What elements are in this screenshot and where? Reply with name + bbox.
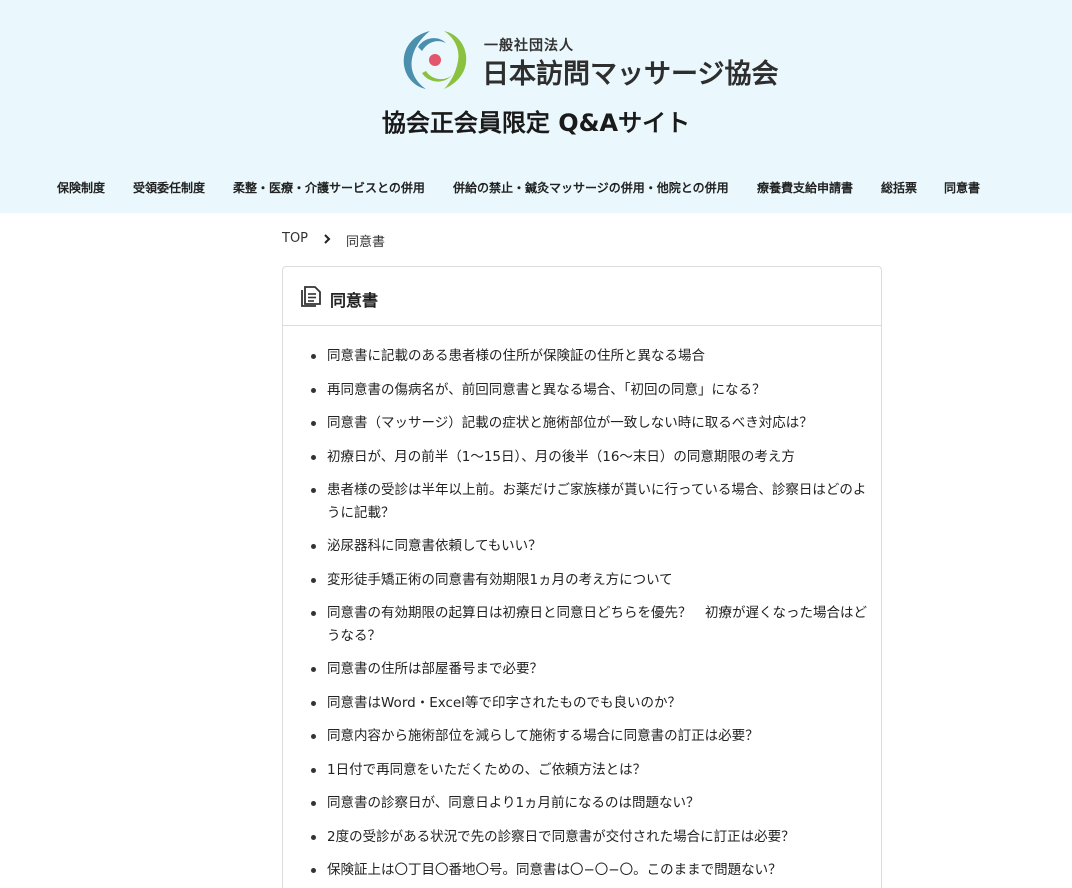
question-link[interactable]: 同意書の診察日が、同意日より1ヵ月前になるのは問題ない？ [307,792,867,815]
question-link[interactable]: 同意内容から施術部位を減らして施術する場合に同意書の訂正は必要？ [307,725,867,748]
question-link[interactable]: 再同意書の傷病名が、前回同意書と異なる場合、「初回の同意」になる？ [307,379,867,402]
card-header: 同意書 [283,267,881,326]
nav-item-combined-benefits[interactable]: 併給の禁止・鍼灸マッサージの併用・他院との併用 [453,179,729,196]
question-link[interactable]: 泌尿器科に同意書依頼してもいい？ [307,535,867,558]
site-header: 一般社団法人 日本訪問マッサージ協会 協会正会員限定 Q&Aサイト 保険制度 受… [0,0,1072,213]
question-link[interactable]: 変形徒手矯正術の同意書有効期限1ヵ月の考え方について [307,569,867,592]
question-link[interactable]: 患者様の受診は半年以上前。お薬だけご家族様が貰いに行っている場合、診察日はどのよ… [307,479,867,524]
qa-card: 同意書 同意書に記載のある患者様の住所が保険証の住所と異なる場合 再同意書の傷病… [282,266,882,888]
nav-item-claim-form[interactable]: 療養費支給申請書 [757,179,853,196]
question-link[interactable]: 同意書はWord・Excel等で印字されたものでも良いのか？ [307,692,867,715]
question-link[interactable]: 2度の受診がある状況で先の診察日で同意書が交付された場合に訂正は必要？ [307,826,867,849]
question-link[interactable]: 同意書（マッサージ）記載の症状と施術部位が一致しない時に取るべき対応は？ [307,412,867,435]
question-link[interactable]: 保険証上は〇丁目〇番地〇号。同意書は〇−〇−〇。このままで問題ない？ [307,859,867,882]
breadcrumb-top-link[interactable]: TOP [282,231,308,246]
question-link[interactable]: 同意書の有効期限の起算日は初療日と同意日どちらを優先？ 初療が遅くなった場合はど… [307,602,867,647]
question-link[interactable]: 同意書に記載のある患者様の住所が保険証の住所と異なる場合 [307,345,867,368]
card-title: 同意書 [330,291,379,310]
site-logo[interactable]: 一般社団法人 日本訪問マッサージ協会 [400,27,778,93]
question-list: 同意書に記載のある患者様の住所が保険証の住所と異なる場合 再同意書の傷病名が、前… [307,345,867,888]
logo-mark-icon [403,31,467,89]
question-link[interactable]: 初療日が、月の前半（1〜15日）、月の後半（16〜末日）の同意期限の考え方 [307,446,867,469]
chevron-right-icon [324,234,331,244]
org-name: 日本訪問マッサージ協会 [482,59,779,90]
site-title: 協会正会員限定 Q&Aサイト [381,109,691,137]
document-icon [301,286,321,307]
question-link[interactable]: 同意書の住所は部屋番号まで必要？ [307,658,867,681]
nav-item-combined-services[interactable]: 柔整・医療・介護サービスとの併用 [233,179,425,196]
main-nav: 保険制度 受領委任制度 柔整・医療・介護サービスとの併用 併給の禁止・鍼灸マッサ… [0,179,1072,199]
question-link[interactable]: 1日付で再同意をいただくための、ご依頼方法とは？ [307,759,867,782]
nav-item-consent-form[interactable]: 同意書 [944,179,980,196]
nav-item-summary-sheet[interactable]: 総括票 [881,179,917,196]
nav-item-insurance-system[interactable]: 保険制度 [57,179,105,196]
breadcrumb-current: 同意書 [346,235,386,250]
nav-item-delegation-system[interactable]: 受領委任制度 [133,179,205,196]
